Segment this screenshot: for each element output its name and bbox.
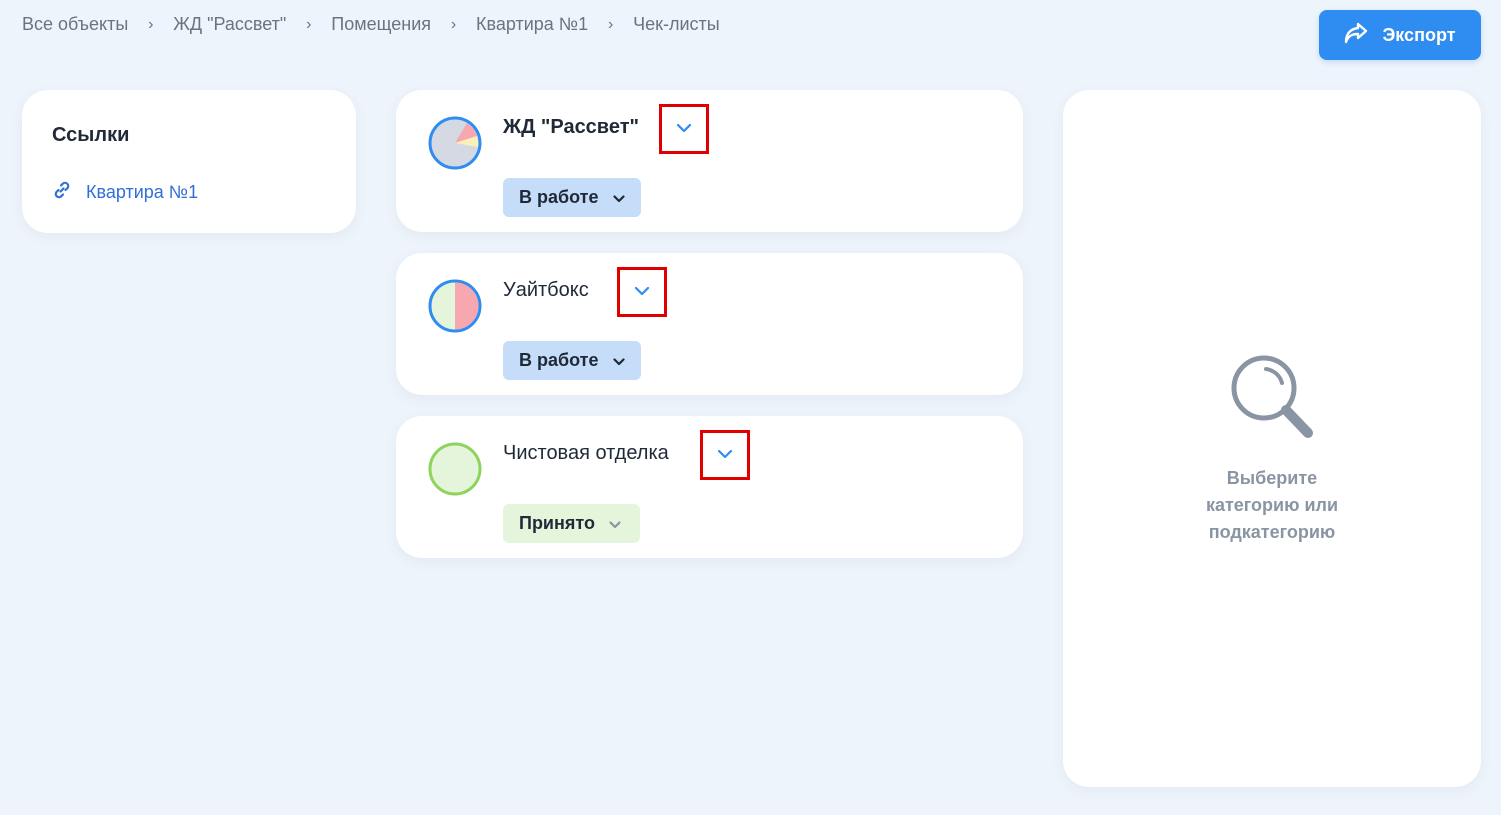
link-item-apartment[interactable]: Квартира №1 (52, 180, 198, 205)
search-icon (1224, 355, 1320, 450)
share-arrow-icon (1344, 22, 1368, 49)
chevron-down-icon (609, 513, 621, 534)
chevron-down-icon (634, 283, 650, 301)
chevron-right-icon: › (148, 15, 154, 33)
chevron-right-icon: › (450, 15, 457, 33)
status-label: В работе (519, 187, 599, 207)
breadcrumb-item-checklists: Чек-листы (633, 14, 720, 34)
breadcrumb-item-all-objects[interactable]: Все объекты (22, 14, 128, 35)
empty-message: Выберите категорию или подкатегорию (1063, 465, 1481, 546)
export-label: Экспорт (1382, 24, 1456, 45)
detail-panel: Выберите категорию или подкатегорию (1063, 90, 1481, 787)
chevron-down-icon (717, 446, 733, 464)
chevron-right-icon: › (306, 15, 312, 33)
status-dropdown[interactable]: В работе (503, 178, 641, 217)
progress-pie-icon (428, 116, 482, 170)
breadcrumb: Все объекты › ЖД "Рассвет" › Помещения ›… (22, 14, 720, 35)
status-label: Принято (519, 513, 595, 533)
progress-pie-icon (428, 279, 482, 333)
empty-line: Выберите (1226, 468, 1318, 488)
chevron-right-icon: › (607, 15, 614, 33)
checklist-title: Уайтбокс (503, 279, 589, 301)
expand-button[interactable] (617, 267, 667, 317)
progress-pie-icon (428, 442, 482, 496)
chevron-down-icon (676, 120, 692, 138)
checklist-title: Чистовая отделка (503, 442, 669, 464)
export-button[interactable]: Экспорт (1319, 10, 1481, 60)
link-label: Квартира №1 (86, 182, 199, 202)
expand-button[interactable] (700, 430, 750, 480)
links-panel: Ссылки Квартира №1 (22, 90, 356, 233)
empty-line: подкатегорию (1208, 522, 1336, 542)
link-icon (52, 180, 72, 205)
checklist-title: ЖД "Рассвет" (503, 116, 639, 138)
expand-button[interactable] (659, 104, 709, 154)
checklist-card-building[interactable]: ЖД "Рассвет" В работе (396, 90, 1023, 232)
links-title: Ссылки (52, 124, 130, 146)
empty-line: категорию или (1205, 495, 1339, 515)
status-dropdown[interactable]: Принято (503, 504, 640, 543)
checklist-card-whitebox[interactable]: Уайтбокс В работе (396, 253, 1023, 395)
empty-state: Выберите категорию или подкатегорию (1063, 350, 1481, 546)
status-label: В работе (519, 350, 599, 370)
status-dropdown[interactable]: В работе (503, 341, 641, 380)
chevron-down-icon (612, 350, 625, 371)
breadcrumb-item-rooms[interactable]: Помещения (331, 14, 431, 35)
checklist-card-finishing[interactable]: Чистовая отделка Принято (396, 416, 1023, 558)
breadcrumb-item-building[interactable]: ЖД "Рассвет" (173, 14, 286, 35)
chevron-down-icon (612, 187, 625, 208)
breadcrumb-item-apartment[interactable]: Квартира №1 (476, 14, 588, 35)
